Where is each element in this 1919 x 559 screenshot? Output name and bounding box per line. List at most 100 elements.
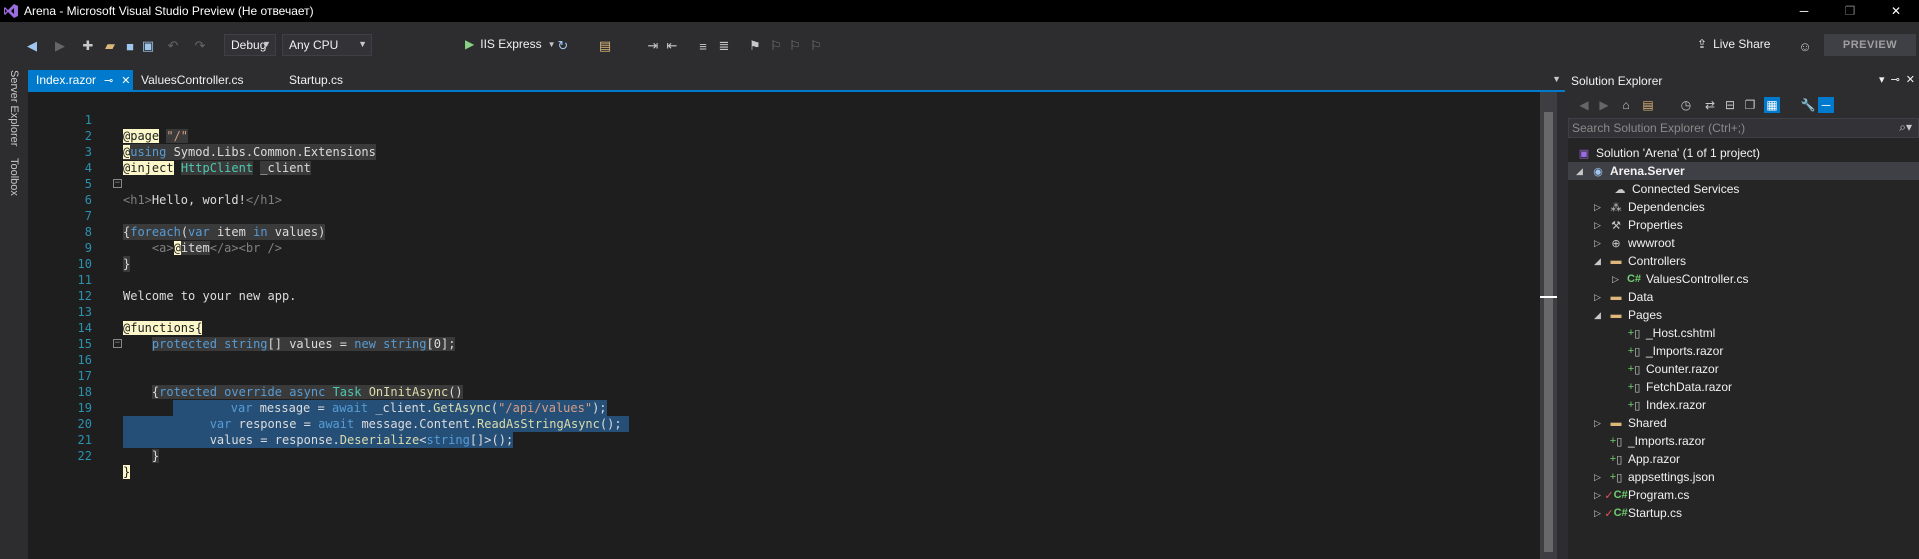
outdent-icon[interactable]: ≣: [716, 38, 732, 54]
preview-selected-items-icon[interactable]: ▦: [1764, 97, 1780, 113]
tree-node-controllers[interactable]: ◢ ▬ Controllers: [1594, 252, 1686, 270]
pin-icon[interactable]: ⊸: [1891, 73, 1900, 86]
code-line: 1 @page "/": [50, 96, 1540, 143]
tree-node-host-cshtml[interactable]: + ▯ _Host.cshtml: [1626, 324, 1716, 342]
tree-node-shared[interactable]: ▷ ▬ Shared: [1594, 414, 1667, 432]
step-over-icon[interactable]: ⇥: [645, 38, 661, 54]
configuration-dropdown[interactable]: Debug ▼: [224, 34, 276, 56]
tree-node-pages[interactable]: ◢ ▬ Pages: [1594, 306, 1662, 324]
switch-views-icon[interactable]: ▤: [1640, 97, 1656, 113]
new-project-icon[interactable]: ✚: [80, 38, 96, 54]
expand-arrow-icon[interactable]: ▷: [1594, 292, 1604, 303]
next-bookmark-icon[interactable]: ⚐: [787, 38, 803, 54]
code-line: 14 protected string[] values = new strin…: [50, 304, 1540, 351]
save-icon[interactable]: ■: [122, 38, 138, 54]
feedback-icon[interactable]: ☺: [1797, 38, 1813, 54]
back-icon[interactable]: ◀: [1576, 97, 1592, 113]
minimize-button[interactable]: ─: [1781, 0, 1827, 22]
tree-node-valuescontroller[interactable]: ▷ C# ValuesController.cs: [1612, 270, 1749, 288]
collapse-arrow-icon[interactable]: ◢: [1576, 166, 1586, 177]
home-icon[interactable]: ⌂: [1618, 97, 1634, 113]
properties-wrench-icon[interactable]: 🔧: [1800, 97, 1816, 113]
expand-arrow-icon[interactable]: ▷: [1594, 508, 1604, 519]
tree-node-properties[interactable]: ▷ ⚒ Properties: [1594, 216, 1683, 234]
collapse-arrow-icon[interactable]: ◢: [1594, 310, 1604, 321]
tab-startup[interactable]: Startup.cs: [281, 70, 351, 90]
open-folder-icon[interactable]: ▰: [102, 38, 118, 54]
wrench-icon: ⚒: [1611, 219, 1621, 232]
search-placeholder: Search Solution Explorer (Ctrl+;): [1572, 121, 1746, 135]
collapse-toggle[interactable]: −: [113, 179, 122, 188]
refresh-icon[interactable]: ↻: [555, 38, 571, 54]
expand-arrow-icon[interactable]: ▷: [1594, 238, 1604, 249]
collapse-toggle[interactable]: −: [113, 339, 122, 348]
tree-node-appsettings[interactable]: ▷ + ▯ appsettings.json: [1594, 468, 1715, 486]
tree-node-app-razor[interactable]: + ▯ App.razor: [1608, 450, 1680, 468]
solution-explorer-toolbar: ◀ ▶ ⌂ ▤ ◷ ⇄ ⊟ ❐ ▦ 🔧 ─: [1568, 92, 1919, 118]
toolbox-tab[interactable]: Toolbox: [8, 158, 20, 196]
expand-arrow-icon[interactable]: ▷: [1594, 472, 1604, 483]
undo-icon[interactable]: ↶: [165, 38, 181, 54]
solution-search-input[interactable]: Search Solution Explorer (Ctrl+;) ⌕▾: [1568, 118, 1919, 138]
tree-node-data[interactable]: ▷ ▬ Data: [1594, 288, 1653, 306]
bookmark-icon[interactable]: ⚑: [747, 38, 763, 54]
step-into-icon[interactable]: ⇤: [664, 38, 680, 54]
live-share-label: Live Share: [1713, 37, 1771, 51]
tree-node-counter-razor[interactable]: + ▯ Counter.razor: [1626, 360, 1719, 378]
tree-node-startup-cs[interactable]: ▷ ✓ C# Startup.cs: [1594, 504, 1682, 522]
sync-icon[interactable]: ⇄: [1702, 97, 1718, 113]
folder-icon: ▬: [1610, 309, 1622, 321]
platform-dropdown[interactable]: Any CPU ▼: [282, 34, 372, 56]
start-debugging-button[interactable]: ▶ IIS Express ▼: [465, 37, 556, 51]
live-share-button[interactable]: ⇪ Live Share: [1697, 37, 1770, 51]
server-explorer-tab[interactable]: Server Explorer: [8, 70, 20, 146]
expand-arrow-icon[interactable]: ▷: [1594, 418, 1604, 429]
expand-arrow-icon[interactable]: ▷: [1594, 202, 1604, 213]
forward-nav-icon[interactable]: ▶: [52, 38, 68, 54]
tree-node-index-razor[interactable]: + ▯ Index.razor: [1626, 396, 1706, 414]
close-window-button[interactable]: ✕: [1873, 0, 1919, 22]
tab-index-razor[interactable]: Index.razor ⊸ ✕: [28, 70, 133, 90]
tree-node-label: ValuesController.cs: [1646, 272, 1749, 286]
tree-node-solution[interactable]: ▣ Solution 'Arena' (1 of 1 project): [1576, 144, 1760, 162]
dock-toggle-icon[interactable]: ─: [1818, 97, 1834, 113]
tree-node-fetchdata-razor[interactable]: + ▯ FetchData.razor: [1626, 378, 1732, 396]
browser-link-icon[interactable]: ▤: [597, 38, 613, 54]
tree-node-dependencies[interactable]: ▷ ⁂ Dependencies: [1594, 198, 1705, 216]
tree-node-wwwroot[interactable]: ▷ ⊕ wwwroot: [1594, 234, 1675, 252]
code-editor[interactable]: 1 @page "/" 2 @using Symod.Libs.Common.E…: [50, 92, 1540, 559]
chevron-down-icon[interactable]: ▾: [1879, 73, 1885, 86]
pending-changes-filter-icon[interactable]: ◷: [1678, 97, 1694, 113]
expand-arrow-icon[interactable]: ▷: [1594, 220, 1604, 231]
collapse-all-icon[interactable]: ⊟: [1722, 97, 1738, 113]
indent-icon[interactable]: ≡: [695, 38, 711, 54]
clear-bookmarks-icon[interactable]: ⚐: [808, 38, 824, 54]
platform-value: Any CPU: [289, 38, 339, 52]
preview-badge[interactable]: PREVIEW: [1824, 34, 1916, 56]
solution-explorer-header: Solution Explorer ▾ ⊸ ✕: [1568, 70, 1919, 92]
tab-overflow-chevron-icon[interactable]: ▼: [1552, 74, 1561, 84]
expand-arrow-icon[interactable]: ▷: [1612, 274, 1622, 285]
scrollbar-thumb[interactable]: [1544, 112, 1553, 552]
close-icon[interactable]: ✕: [121, 74, 130, 87]
collapse-arrow-icon[interactable]: ◢: [1594, 256, 1604, 267]
pin-icon[interactable]: ⊸: [104, 74, 113, 87]
tree-node-program-cs[interactable]: ▷ ✓ C# Program.cs: [1594, 486, 1689, 504]
back-nav-icon[interactable]: ◀: [24, 38, 40, 54]
expand-arrow-icon[interactable]: ▷: [1594, 490, 1604, 501]
forward-icon[interactable]: ▶: [1596, 97, 1612, 113]
tree-node-connected-services[interactable]: ☁ Connected Services: [1612, 180, 1740, 198]
tree-node-imports-razor-root[interactable]: + ▯ _Imports.razor: [1608, 432, 1706, 450]
tree-node-arena-server[interactable]: ◢ ◉ Arena.Server: [1568, 162, 1919, 180]
save-all-icon[interactable]: ▣: [140, 38, 156, 54]
tree-node-imports-razor[interactable]: + ▯ _Imports.razor: [1626, 342, 1724, 360]
close-icon[interactable]: ✕: [1906, 73, 1915, 86]
restore-button[interactable]: ❐: [1827, 0, 1873, 22]
editor-vertical-scrollbar[interactable]: [1540, 92, 1557, 559]
show-all-files-icon[interactable]: ❐: [1742, 97, 1758, 113]
tab-valuescontroller[interactable]: ValuesController.cs: [133, 70, 252, 90]
prev-bookmark-icon[interactable]: ⚐: [768, 38, 784, 54]
play-icon: ▶: [465, 37, 475, 51]
razor-file-icon: + ▯: [1627, 345, 1641, 358]
redo-icon[interactable]: ↷: [192, 38, 208, 54]
